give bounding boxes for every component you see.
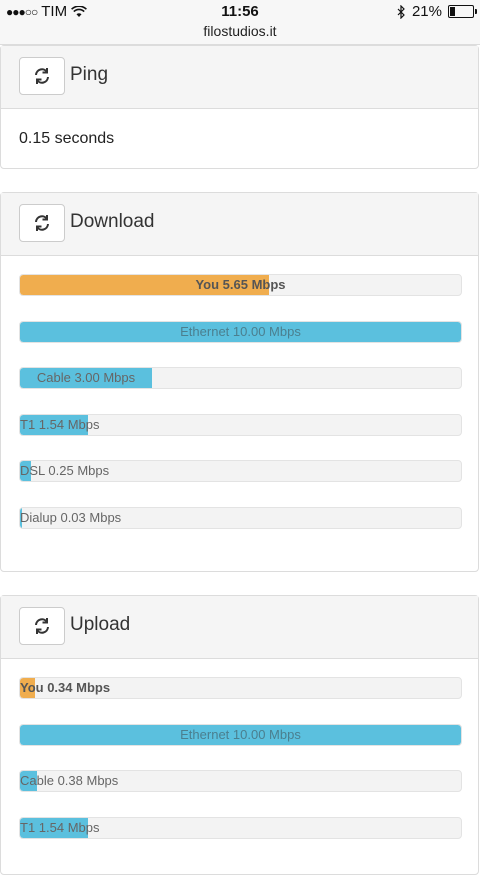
upload-speed-bar: Ethernet 10.00 Mbps (19, 723, 462, 746)
download-speed-bar: DSL 0.25 Mbps (19, 460, 462, 482)
ping-panel-header: Ping (1, 46, 478, 109)
bluetooth-icon (397, 4, 405, 19)
download-speed-bar: Dialup 0.03 Mbps (19, 506, 462, 529)
download-speed-bar: T1 1.54 Mbps (19, 413, 462, 436)
download-speed-bar: Ethernet 10.00 Mbps (19, 320, 462, 343)
refresh-icon (35, 68, 49, 84)
download-refresh-button[interactable] (19, 204, 65, 242)
ping-title: Ping (70, 64, 109, 85)
upload-speed-bar: You 0.34 Mbps (19, 677, 462, 699)
download-speed-bar-label: DSL 0.25 Mbps (20, 463, 110, 478)
download-speed-bar: Cable 3.00 Mbps (19, 367, 462, 389)
address-bar-url[interactable]: filostudios.it (0, 23, 480, 39)
upload-title: Upload (70, 614, 131, 635)
download-speed-bar-label: Cable 3.00 Mbps (36, 370, 136, 385)
download-speed-bar-label: Dialup 0.03 Mbps (20, 509, 122, 525)
battery-level (450, 7, 455, 16)
upload-speed-bar-label: T1 1.54 Mbps (20, 819, 100, 835)
battery-icon (448, 5, 477, 18)
upload-speed-bar-label: Cable 0.38 Mbps (20, 773, 119, 788)
ping-value: 0.15 seconds (19, 130, 115, 147)
download-title: Download (70, 211, 155, 232)
download-panel-header: Download (1, 193, 478, 256)
download-speed-bar-label: You 5.65 Mbps (195, 277, 286, 292)
download-speed-bar-label: T1 1.54 Mbps (20, 416, 100, 432)
download-speed-bar-label: Ethernet 10.00 Mbps (180, 323, 301, 339)
upload-panel-header: Upload (1, 596, 478, 659)
battery-percent: 21% (411, 3, 442, 20)
upload-speed-bar: T1 1.54 Mbps (19, 816, 462, 839)
ping-panel: Ping 0.15 seconds (0, 45, 479, 169)
upload-speed-bar: Cable 0.38 Mbps (19, 770, 462, 792)
download-panel: Download You 5.65 Mbps Ethernet 10.00 Mbp… (0, 192, 479, 572)
refresh-icon (35, 215, 49, 231)
status-bar: ●●●○○ TIM 11:56 filostudios.it 21% (0, 0, 480, 45)
battery-area: 21% (397, 3, 477, 20)
ping-refresh-button[interactable] (19, 57, 65, 95)
upload-speed-bar-label: You 0.34 Mbps (20, 680, 111, 695)
upload-panel: Upload You 0.34 Mbps Ethernet 10.00 Mbps C… (0, 595, 479, 875)
upload-speed-bar-label: Ethernet 10.00 Mbps (180, 726, 301, 742)
refresh-icon (35, 618, 49, 634)
upload-refresh-button[interactable] (19, 607, 65, 645)
download-speed-bar: You 5.65 Mbps (19, 274, 462, 296)
